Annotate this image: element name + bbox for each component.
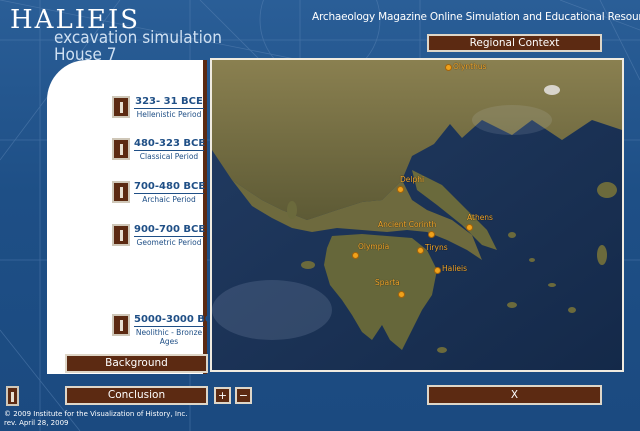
site-marker (417, 247, 424, 254)
site-name: Olynthus (453, 62, 487, 71)
regional-context-button[interactable]: Regional Context (427, 34, 602, 52)
info-icon[interactable] (112, 181, 130, 203)
period-label: Geometric Period (136, 238, 202, 247)
zoom-in-button[interactable]: + (214, 387, 231, 404)
period-hellenistic[interactable]: 323- 31 BCE Hellenistic Period (112, 96, 204, 122)
site-marker (428, 231, 435, 238)
period-label: Archaic Period (142, 195, 196, 204)
site-name: Olympia (358, 242, 390, 251)
period-classical[interactable]: 480-323 BCE Classical Period (112, 138, 206, 164)
site-marker (397, 186, 404, 193)
period-label: Classical Period (139, 152, 199, 161)
zoom-out-label: − (238, 389, 249, 402)
period-range: 480-323 BCE (134, 138, 206, 151)
revision-line: rev. April 28, 2009 (4, 419, 69, 427)
site-name: Sparta (375, 278, 400, 287)
period-range: 323- 31 BCE (134, 96, 204, 109)
close-label: X (510, 389, 519, 401)
site-name: Ancient Corinth (378, 220, 437, 229)
period-label: Neolithic - Bronze Ages (135, 328, 203, 346)
period-neolithic-bronze[interactable]: 5000-3000 BCE Neolithic - Bronze Ages (112, 314, 220, 348)
background-label: Background (105, 357, 168, 369)
period-label: Hellenistic Period (136, 110, 202, 119)
site-marker (434, 267, 441, 274)
close-button[interactable]: X (427, 385, 602, 405)
site-marker (466, 224, 473, 231)
zoom-in-label: + (217, 389, 228, 402)
period-range: 5000-3000 BCE (134, 314, 220, 327)
brand-subtitle: excavation simulation House 7 (54, 30, 234, 64)
info-icon[interactable] (112, 138, 130, 160)
site-name: Athens (467, 213, 493, 222)
info-icon[interactable] (6, 386, 19, 406)
map-terrain (212, 60, 622, 370)
period-archaic[interactable]: 700-480 BCE Archaic Period (112, 181, 206, 207)
copyright-footer: © 2009 Institute for the Visualization o… (4, 410, 187, 428)
site-name: Delphi (400, 175, 425, 184)
satellite-map-greece[interactable]: Olynthus Delphi Ancient Corinth Athens O… (210, 58, 624, 372)
info-icon[interactable] (112, 224, 130, 246)
background-button[interactable]: Background (65, 354, 208, 373)
info-icon[interactable] (112, 96, 130, 118)
copyright-line: © 2009 Institute for the Visualization o… (4, 410, 188, 418)
conclusion-label: Conclusion (107, 389, 166, 401)
site-name: Halieis (442, 264, 468, 273)
site-marker (352, 252, 359, 259)
period-geometric[interactable]: 900-700 BCE Geometric Period (112, 224, 206, 250)
page-caption: Archaeology Magazine Online Simulation a… (312, 11, 640, 23)
period-range: 700-480 BCE (134, 181, 206, 194)
zoom-out-button[interactable]: − (235, 387, 252, 404)
regional-context-label: Regional Context (469, 37, 560, 49)
site-marker (445, 64, 452, 71)
conclusion-button[interactable]: Conclusion (65, 386, 208, 405)
period-range: 900-700 BCE (134, 224, 206, 237)
info-icon[interactable] (112, 314, 130, 336)
site-marker (398, 291, 405, 298)
site-name: Tiryns (425, 243, 448, 252)
